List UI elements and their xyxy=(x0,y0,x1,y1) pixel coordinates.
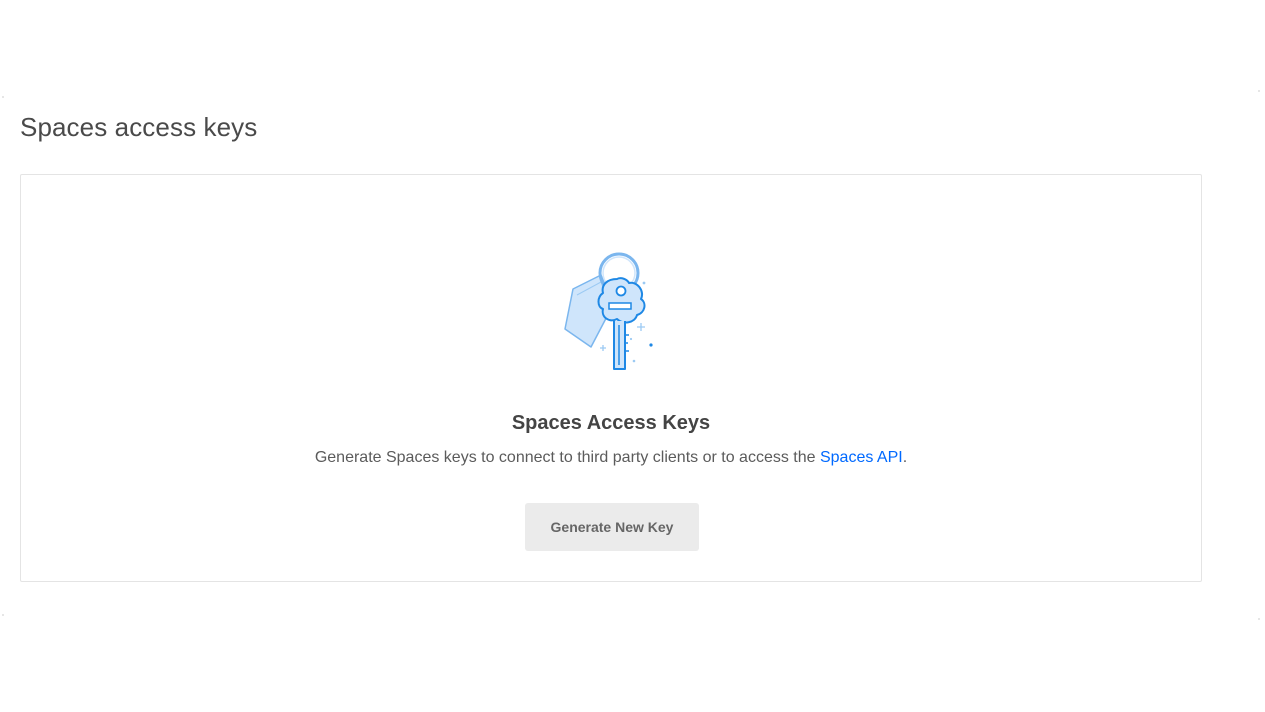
generate-new-key-button[interactable]: Generate New Key xyxy=(525,503,699,551)
corner-mark-bottom-left xyxy=(2,614,4,616)
spaces-api-link[interactable]: Spaces API xyxy=(820,449,903,466)
empty-state-heading: Spaces Access Keys xyxy=(511,412,711,434)
description-suffix: . xyxy=(902,449,908,466)
page-title: Spaces access keys xyxy=(20,112,258,142)
empty-state-description: Generate Spaces keys to connect to third… xyxy=(21,449,1201,467)
access-keys-panel: Spaces Access Keys Generate Spaces keys … xyxy=(20,174,1202,582)
corner-mark-bottom-right xyxy=(1258,618,1260,620)
corner-mark-top-right xyxy=(1258,90,1260,92)
keychain-icon xyxy=(561,251,665,375)
corner-mark-top-left xyxy=(2,96,4,98)
description-text: Generate Spaces keys to connect to third… xyxy=(314,449,820,466)
